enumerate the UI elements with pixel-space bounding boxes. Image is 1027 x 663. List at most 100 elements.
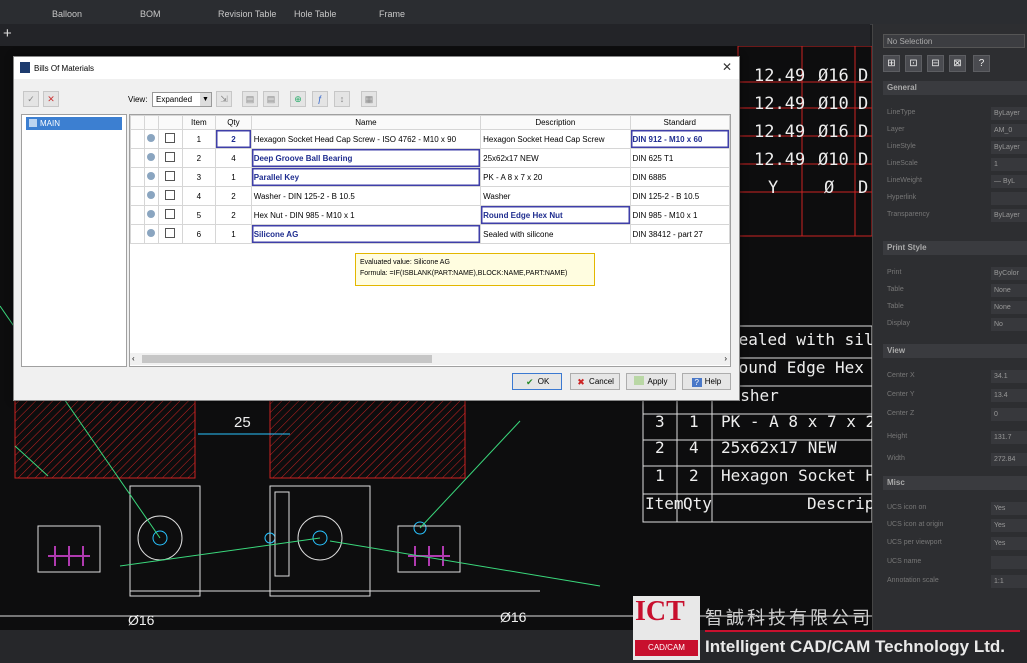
prop-row: LineWeight — ByL xyxy=(883,174,1027,189)
ribbon-balloon[interactable]: Balloon xyxy=(52,9,82,19)
row-checkbox[interactable] xyxy=(165,133,176,143)
table-row[interactable]: 3 1 Parallel Key PK - A 8 x 7 x 20 DIN 6… xyxy=(130,167,730,187)
prop-row: LineType ByLayer xyxy=(883,106,1027,121)
row-checkbox[interactable] xyxy=(165,171,176,181)
column-header-qty[interactable]: Qty xyxy=(215,115,252,130)
close-icon[interactable]: ✕ xyxy=(722,60,732,74)
prop-row: LineScale 1 xyxy=(883,157,1027,172)
formula-icon[interactable]: ƒ xyxy=(312,91,328,107)
cancel-button[interactable]: ✖ Cancel xyxy=(570,373,620,390)
scroll-thumb[interactable] xyxy=(142,355,432,363)
prop-row: Height 131.7 xyxy=(883,430,1027,445)
table-row[interactable]: 2 4 Deep Groove Ball Bearing 25x62x17 NE… xyxy=(130,148,730,168)
prop-row: Print ByColor xyxy=(883,266,1027,281)
help-button[interactable]: ? Help xyxy=(682,373,731,390)
status-icon xyxy=(147,210,156,218)
move-down-icon[interactable]: ▤ xyxy=(263,91,279,107)
ribbon: Balloon BOM Revision Table Hole Table Fr… xyxy=(0,0,1027,25)
bom-dialog: Bills Of Materials ✕ ✓ ✕ View: Expanded ▼… xyxy=(13,56,740,401)
prop-row: UCS per viewport Yes xyxy=(883,536,1027,551)
prop-row: Center Z0 xyxy=(883,407,1027,422)
prop-row: Display No xyxy=(883,317,1027,332)
company-logo: ICT CAD/CAM xyxy=(633,596,700,660)
check-icon: ✔ xyxy=(525,377,534,387)
ribbon-bom[interactable]: BOM xyxy=(140,9,161,19)
filter-icon[interactable]: ⊠ xyxy=(949,55,966,72)
dialog-title: Bills Of Materials xyxy=(34,64,95,73)
quick-select-icon[interactable]: ⊞ xyxy=(883,55,900,72)
apply-button[interactable]: Apply xyxy=(626,373,676,390)
column-header-standard[interactable]: Standard xyxy=(629,115,730,130)
dimension-25: 25 xyxy=(234,414,251,431)
collapse-icon[interactable]: ⇲ xyxy=(216,91,232,107)
toggle-pickadd-icon[interactable]: ⊟ xyxy=(927,55,944,72)
section-general[interactable]: General xyxy=(883,81,1027,95)
section-view[interactable]: View xyxy=(883,344,1027,358)
status-icon xyxy=(147,153,156,161)
app-icon xyxy=(20,62,30,73)
column-header-item[interactable]: Item xyxy=(181,115,217,130)
watermark-chinese: 智誠科技有限公司 xyxy=(705,608,873,628)
prop-row: UCS icon on Yes xyxy=(883,501,1027,516)
scroll-right-icon[interactable]: › xyxy=(724,354,727,363)
bom-grid: Item Qty Name Description Standard 1 2 H… xyxy=(129,114,731,367)
prop-row: Hyperlink xyxy=(883,191,1027,206)
select-objects-icon[interactable]: ⊡ xyxy=(905,55,922,72)
status-icon xyxy=(147,191,156,199)
section-print-style[interactable]: Print Style xyxy=(883,241,1027,255)
new-tab-plus-icon[interactable]: + xyxy=(3,25,12,42)
prop-row: Width 272.84 xyxy=(883,452,1027,467)
watermark-divider xyxy=(705,630,1020,632)
table-header-row: Item Qty Name Description Standard xyxy=(130,115,730,130)
ribbon-hole-table[interactable]: Hole Table xyxy=(294,9,336,19)
row-checkbox[interactable] xyxy=(165,152,176,162)
table-row[interactable]: 4 2 Washer - DIN 125-2 - B 10.5 Washer D… xyxy=(130,186,730,206)
formula-tooltip: Evaluated value: Silicone AG Formula: =I… xyxy=(355,253,595,286)
table-row[interactable]: 5 2 Hex Nut - DIN 985 - M10 x 1 Round Ed… xyxy=(130,205,730,225)
status-icon xyxy=(147,172,156,180)
row-checkbox[interactable] xyxy=(165,228,176,238)
prop-row: Center X 34.1 xyxy=(883,369,1027,384)
settings-icon[interactable]: ▦ xyxy=(361,91,377,107)
dimension-16-right: Ø16 xyxy=(500,609,527,625)
prop-row: Transparency ByLayer xyxy=(883,208,1027,223)
view-label: View: xyxy=(128,95,148,104)
dialog-titlebar[interactable]: Bills Of Materials ✕ xyxy=(14,57,739,79)
ribbon-frame[interactable]: Frame xyxy=(379,9,405,19)
move-up-icon[interactable]: ▤ xyxy=(242,91,258,107)
column-header-name[interactable]: Name xyxy=(250,115,482,130)
dimension-16-left: Ø16 xyxy=(128,612,155,628)
view-dropdown[interactable]: Expanded ▼ xyxy=(152,92,212,107)
watermark-english: Intelligent CAD/CAM Technology Ltd. xyxy=(705,637,1005,656)
scroll-left-icon[interactable]: ‹ xyxy=(132,354,135,363)
prop-row: Annotation scale 1:1 xyxy=(883,574,1027,589)
chevron-down-icon[interactable]: ▼ xyxy=(200,93,211,106)
prop-row: LineStyle ByLayer xyxy=(883,140,1027,155)
properties-panel: No Selection ⊞ ⊡ ⊟ ⊠ ? General LineType B… xyxy=(872,24,1027,630)
column-header-description[interactable]: Description xyxy=(480,115,631,130)
assembly-icon xyxy=(29,119,37,127)
cancel-icon: ✖ xyxy=(577,377,585,387)
prop-row: Center Y 13.4 xyxy=(883,388,1027,403)
table-row[interactable]: 1 2 Hexagon Socket Head Cap Screw - ISO … xyxy=(130,129,730,149)
apply-icon xyxy=(634,376,645,385)
prop-row: UCS icon at origin Yes xyxy=(883,518,1027,533)
merge-icon[interactable]: ⊕ xyxy=(290,91,306,107)
help-icon[interactable]: ? xyxy=(973,55,990,72)
delete-icon[interactable]: ✕ xyxy=(43,91,59,107)
prop-row: Table None xyxy=(883,300,1027,315)
status-icon xyxy=(147,229,156,237)
row-checkbox[interactable] xyxy=(165,190,176,200)
ok-button[interactable]: ✔ OK xyxy=(512,373,562,390)
check-icon[interactable]: ✓ xyxy=(23,91,39,107)
tree-item-main[interactable]: MAIN xyxy=(26,117,122,130)
bom-tree: MAIN xyxy=(21,114,127,367)
prop-row: UCS name xyxy=(883,555,1027,570)
horizontal-scrollbar[interactable]: ‹ › xyxy=(130,353,730,365)
ribbon-revision-table[interactable]: Revision Table xyxy=(218,9,276,19)
table-row[interactable]: 6 1 Silicone AG Sealed with silicone DIN… xyxy=(130,224,730,244)
row-checkbox[interactable] xyxy=(165,209,176,219)
selection-dropdown[interactable]: No Selection xyxy=(883,34,1025,48)
sort-icon[interactable]: ↕ xyxy=(334,91,350,107)
section-misc[interactable]: Misc xyxy=(883,476,1027,490)
